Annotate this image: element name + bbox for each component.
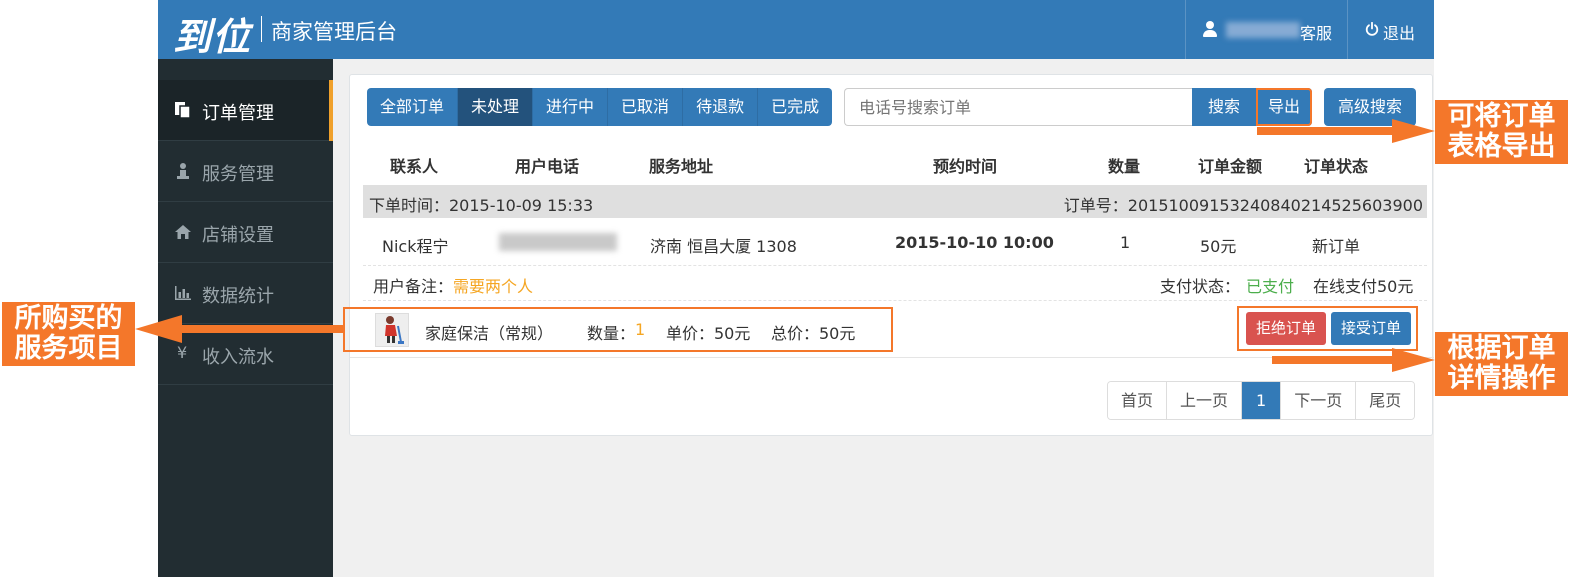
annotation-action-label: 根据订单 详情操作 [1435, 332, 1568, 396]
annotation-line: 详情操作 [1447, 363, 1556, 394]
annotation-line: 根据订单 [1447, 333, 1556, 364]
annotation-line: 表格导出 [1447, 131, 1556, 162]
annotation-export-label: 可将订单 表格导出 [1435, 100, 1568, 164]
annotation-line: 可将订单 [1447, 101, 1556, 132]
annotation-arrows [135, 119, 1435, 372]
annotation-item-label: 所购买的 服务项目 [2, 302, 135, 366]
annotation-line: 服务项目 [14, 333, 123, 364]
annotation-line: 所购买的 [14, 303, 123, 334]
